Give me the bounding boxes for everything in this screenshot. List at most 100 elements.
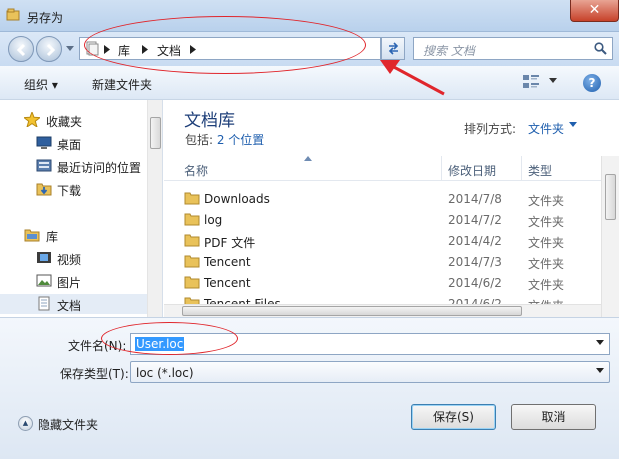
sort-ascending-icon <box>304 156 312 161</box>
annotation-ellipse-filename <box>101 322 238 355</box>
window-title: 另存为 <box>27 11 64 25</box>
column-divider[interactable] <box>441 156 442 181</box>
command-toolbar: 组织 ▾ 新建文件夹 ? <box>0 66 619 100</box>
column-header: 名称 修改日期 类型 <box>164 156 601 181</box>
sidebar-item-favorites[interactable]: 收藏夹 <box>0 110 147 130</box>
cancel-button[interactable]: 取消 <box>511 404 596 430</box>
downloads-folder-icon <box>36 183 52 196</box>
recent-pages-dropdown-icon[interactable] <box>66 46 74 52</box>
sidebar-item-label: 库 <box>46 230 59 244</box>
sidebar-item-downloads[interactable]: 下载 <box>0 179 147 199</box>
sidebar-item-desktop[interactable]: 桌面 <box>0 133 147 153</box>
organize-menu[interactable]: 组织 ▾ <box>24 76 58 93</box>
sidebar-item-label: 文档 <box>57 299 82 313</box>
folder-icon <box>184 276 200 289</box>
annotation-ellipse-address <box>84 16 366 74</box>
table-row[interactable]: PDF 文件 2014/4/2 文件夹 <box>164 230 601 251</box>
arrange-by-dropdown[interactable]: 文件夹 <box>528 120 564 137</box>
file-type: 文件夹 <box>528 257 565 271</box>
library-locations-link[interactable]: 2 个位置 <box>217 133 264 147</box>
help-icon[interactable]: ? <box>583 74 601 92</box>
column-type[interactable]: 类型 <box>528 162 552 179</box>
table-row[interactable]: Tencent 2014/6/2 文件夹 <box>164 272 601 293</box>
star-icon <box>24 112 40 127</box>
vertical-scrollbar-thumb[interactable] <box>605 174 616 220</box>
hide-folders-toggle-icon[interactable]: ▲ <box>18 416 33 431</box>
file-name: PDF 文件 <box>204 236 256 250</box>
folder-icon <box>184 234 200 247</box>
back-button[interactable] <box>8 36 34 62</box>
desktop-icon <box>36 136 52 149</box>
sidebar-scrollbar-thumb[interactable] <box>150 117 161 149</box>
folder-icon <box>184 192 200 205</box>
filetype-label: 保存类型(T): <box>60 367 129 381</box>
file-name: log <box>204 213 223 227</box>
file-date: 2014/4/2 <box>448 234 502 248</box>
annotation-arrow <box>380 60 445 96</box>
file-type: 文件夹 <box>528 236 565 250</box>
sidebar-item-label: 桌面 <box>57 138 82 152</box>
table-row[interactable]: Tencent 2014/7/3 文件夹 <box>164 251 601 272</box>
save-options-panel: 文件名(N): User.loc 保存类型(T): loc (*.loc) ▲ … <box>0 317 619 459</box>
forward-button[interactable] <box>36 36 62 62</box>
file-name: Tencent <box>204 276 251 290</box>
filetype-select[interactable]: loc (*.loc) <box>130 361 610 383</box>
forward-arrow-icon <box>46 43 56 57</box>
file-list-vertical-scrollbar[interactable] <box>601 156 619 317</box>
sidebar-scrollbar[interactable] <box>147 100 162 317</box>
document-icon <box>38 296 50 311</box>
sidebar-item-documents[interactable]: 文档 <box>0 294 147 314</box>
sidebar-item-label: 下载 <box>57 184 82 198</box>
folder-icon <box>184 255 200 268</box>
file-type: 文件夹 <box>528 194 565 208</box>
search-icon[interactable] <box>594 42 607 55</box>
navigation-pane: 收藏夹 桌面 最近访问的位置 下载 库 视频 图片 文档 <box>0 100 163 317</box>
chevron-down-icon[interactable] <box>569 122 577 128</box>
table-row[interactable]: Downloads 2014/7/8 文件夹 <box>164 188 601 209</box>
arrange-by-label: 排列方式: <box>464 122 517 136</box>
sidebar-item-label: 最近访问的位置 <box>57 161 142 175</box>
file-list-pane: 文档库 包括: 2 个位置 排列方式: 文件夹 名称 修改日期 类型 Downl… <box>164 100 619 317</box>
close-button[interactable]: ✕ <box>570 0 619 22</box>
change-view-icon[interactable] <box>523 75 539 89</box>
library-title: 文档库 <box>184 111 235 131</box>
file-type: 文件夹 <box>528 278 565 292</box>
column-divider[interactable] <box>521 156 522 181</box>
picture-icon <box>36 274 52 287</box>
sidebar-item-label: 收藏夹 <box>46 115 83 129</box>
file-date: 2014/6/2 <box>448 276 502 290</box>
save-dialog-icon <box>6 8 20 21</box>
file-name: Downloads <box>204 192 270 206</box>
sidebar-item-label: 视频 <box>57 253 82 267</box>
library-subtitle: 包括: 2 个位置 <box>185 131 264 148</box>
filename-history-dropdown-icon[interactable] <box>596 340 604 346</box>
column-date-modified[interactable]: 修改日期 <box>448 162 496 179</box>
file-list-horizontal-scrollbar[interactable] <box>164 304 601 317</box>
refresh-icon <box>388 42 399 55</box>
video-icon <box>37 252 51 263</box>
column-name[interactable]: 名称 <box>184 162 208 179</box>
sidebar-item-recent-places[interactable]: 最近访问的位置 <box>0 156 147 176</box>
file-name: Tencent <box>204 255 251 269</box>
filetype-value: loc (*.loc) <box>136 366 194 380</box>
folder-icon <box>184 213 200 226</box>
library-includes-label: 包括: <box>185 133 217 147</box>
sidebar-item-videos[interactable]: 视频 <box>0 248 147 268</box>
new-folder-button[interactable]: 新建文件夹 <box>92 76 152 93</box>
hide-folders-button[interactable]: 隐藏文件夹 <box>38 416 98 433</box>
file-date: 2014/7/8 <box>448 192 502 206</box>
file-type: 文件夹 <box>528 215 565 229</box>
file-date: 2014/7/3 <box>448 255 502 269</box>
recent-places-icon <box>36 159 52 172</box>
horizontal-scrollbar-thumb[interactable] <box>182 306 522 316</box>
back-arrow-icon <box>16 43 26 57</box>
sidebar-item-pictures[interactable]: 图片 <box>0 271 147 291</box>
chevron-down-icon[interactable] <box>596 368 604 374</box>
save-button[interactable]: 保存(S) <box>411 404 496 430</box>
library-icon <box>24 229 40 242</box>
table-row[interactable]: log 2014/7/2 文件夹 <box>164 209 601 230</box>
sidebar-item-label: 图片 <box>57 276 82 290</box>
sidebar-item-libraries[interactable]: 库 <box>0 225 147 245</box>
file-date: 2014/7/2 <box>448 213 502 227</box>
view-options-dropdown-icon[interactable] <box>549 78 557 84</box>
